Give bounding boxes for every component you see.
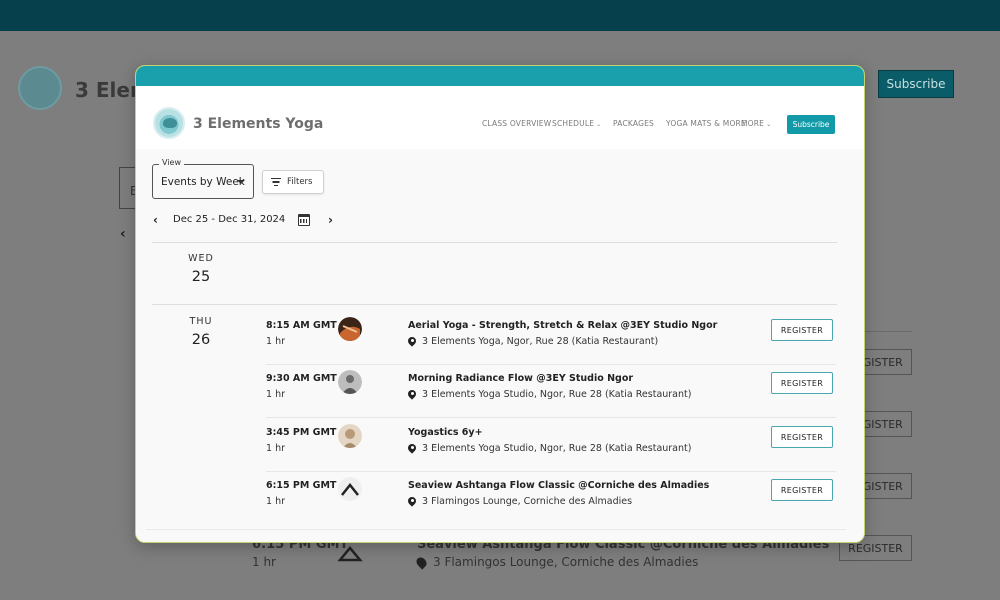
event-title[interactable]: Aerial Yoga - Strength, Stretch & Relax … — [408, 320, 717, 331]
background-logo — [18, 66, 62, 110]
event-location-text: 3 Elements Yoga, Ngor, Rue 28 (Katia Res… — [422, 336, 659, 347]
location-pin-icon — [408, 497, 416, 507]
chevron-right-icon[interactable]: › — [328, 213, 333, 227]
event-location-text: 3 Elements Yoga Studio, Ngor, Rue 28 (Ka… — [422, 389, 692, 400]
embedded-calendar-modal: 3 Elements Yoga CLASS OVERVIEW SCHEDULE ⌄… — [135, 65, 865, 543]
event-time: 8:15 AM GMT — [266, 320, 337, 331]
chevron-left-icon[interactable]: ‹ — [153, 213, 158, 227]
location-pin-icon — [408, 444, 416, 454]
day-number: 26 — [191, 332, 211, 348]
filter-icon — [271, 178, 281, 186]
nav-packages[interactable]: PACKAGES — [613, 119, 654, 128]
day-name: THU — [189, 316, 213, 327]
nav-label: YOGA MATS & MORE — [666, 119, 746, 128]
event-time: 6:15 PM GMT — [266, 480, 337, 491]
event-location: 3 Elements Yoga Studio, Ngor, Rue 28 (Ka… — [408, 389, 691, 400]
background-event-duration: 1 hr — [252, 555, 276, 569]
event-duration: 1 hr — [266, 443, 285, 454]
view-select[interactable]: View Events by Week — [152, 158, 254, 199]
event-duration: 1 hr — [266, 336, 285, 347]
background-divider — [865, 331, 912, 332]
event-duration: 1 hr — [266, 389, 285, 400]
nav-more[interactable]: MORE ⌄ — [741, 119, 771, 128]
nav-yoga-mats-more[interactable]: YOGA MATS & MORE — [666, 119, 746, 128]
day-header: THU 26 — [176, 316, 226, 348]
schedule-content: View Events by Week Filters ‹ Dec 25 - D… — [136, 149, 864, 542]
event-location: 3 Elements Yoga Studio, Ngor, Rue 28 (Ka… — [408, 443, 691, 454]
background-chevron-left-icon: ‹ — [120, 226, 126, 242]
chevron-down-icon: ⌄ — [596, 121, 602, 128]
site-header: 3 Elements Yoga CLASS OVERVIEW SCHEDULE ⌄… — [136, 86, 864, 149]
event-row[interactable]: 3:45 PM GMT 1 hr Yogastics 6y+ 3 Element… — [266, 419, 836, 472]
event-time: 9:30 AM GMT — [266, 373, 337, 384]
event-title[interactable]: Morning Radiance Flow @3EY Studio Ngor — [408, 373, 633, 384]
background-top-bar — [0, 0, 1000, 31]
event-row[interactable]: 8:15 AM GMT 1 hr Aerial Yoga - Strength,… — [266, 312, 836, 365]
caret-down-icon — [237, 180, 245, 184]
modal-top-bar — [136, 66, 864, 86]
nav-label: SCHEDULE — [552, 119, 595, 128]
nav-label: MORE — [741, 119, 765, 128]
nav-class-overview[interactable]: CLASS OVERVIEW — [482, 119, 551, 128]
day-name: WED — [188, 253, 214, 264]
event-time: 3:45 PM GMT — [266, 427, 337, 438]
divider — [152, 242, 837, 243]
background-subscribe-button: Subscribe — [878, 70, 954, 98]
event-avatar — [338, 317, 362, 341]
brand-name[interactable]: 3 Elements Yoga — [193, 116, 323, 132]
date-range: Dec 25 - Dec 31, 2024 — [173, 214, 286, 225]
event-divider — [266, 417, 836, 418]
event-duration: 1 hr — [266, 496, 285, 507]
event-location-text: 3 Elements Yoga Studio, Ngor, Rue 28 (Ka… — [422, 443, 692, 454]
location-pin-icon — [408, 390, 416, 400]
nav-schedule[interactable]: SCHEDULE ⌄ — [552, 119, 601, 128]
event-row[interactable]: 6:15 PM GMT 1 hr Seaview Ashtanga Flow C… — [266, 472, 836, 525]
register-button[interactable]: REGISTER — [771, 372, 833, 394]
day-header: WED 25 — [176, 253, 226, 285]
location-pin-icon — [408, 337, 416, 347]
register-button[interactable]: REGISTER — [771, 319, 833, 341]
filters-button[interactable]: Filters — [262, 170, 324, 194]
day-number: 25 — [191, 269, 211, 285]
event-row[interactable]: 9:30 AM GMT 1 hr Morning Radiance Flow @… — [266, 365, 836, 418]
nav-label: PACKAGES — [613, 119, 654, 128]
background-event-location-text: 3 Flamingos Lounge, Corniche des Almadie… — [433, 555, 699, 569]
calendar-icon[interactable] — [298, 214, 310, 226]
view-select-label: View — [159, 158, 184, 167]
event-location: 3 Elements Yoga, Ngor, Rue 28 (Katia Res… — [408, 336, 658, 347]
event-avatar — [338, 370, 362, 394]
event-location: 3 Flamingos Lounge, Corniche des Almadie… — [408, 496, 632, 507]
divider — [152, 304, 837, 305]
divider — [146, 529, 846, 530]
chevron-down-icon: ⌄ — [766, 121, 772, 128]
event-avatar — [338, 424, 362, 448]
register-button[interactable]: REGISTER — [771, 479, 833, 501]
brand-logo[interactable] — [153, 107, 185, 139]
event-avatar — [338, 477, 362, 501]
subscribe-button[interactable]: Subscribe — [787, 115, 835, 134]
background-event-avatar — [337, 546, 363, 562]
background-event-location: 3 Flamingos Lounge, Corniche des Almadie… — [414, 555, 699, 570]
register-button[interactable]: REGISTER — [771, 426, 833, 448]
view-select-value: Events by Week — [161, 176, 245, 188]
filters-label: Filters — [287, 177, 313, 187]
event-location-text: 3 Flamingos Lounge, Corniche des Almadie… — [422, 496, 633, 507]
nav-label: CLASS OVERVIEW — [482, 119, 552, 128]
event-title[interactable]: Seaview Ashtanga Flow Classic @Corniche … — [408, 480, 709, 491]
event-title[interactable]: Yogastics 6y+ — [408, 427, 483, 438]
background-location-pin-icon — [414, 555, 429, 570]
